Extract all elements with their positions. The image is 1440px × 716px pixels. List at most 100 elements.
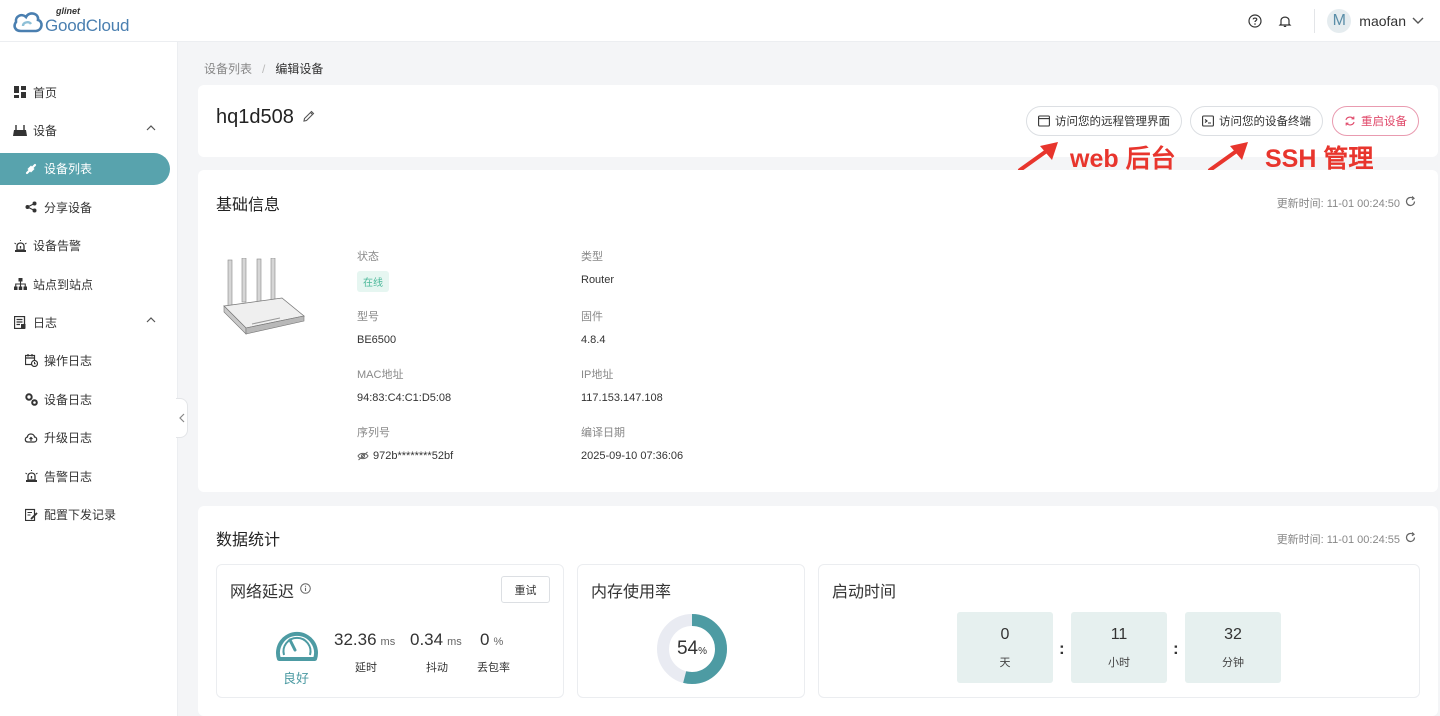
field-value: 117.153.147.108 bbox=[581, 392, 663, 404]
sidebar-item-label: 操作日志 bbox=[44, 354, 93, 369]
field-status: 状态 在线 bbox=[357, 248, 389, 292]
breadcrumb-current: 编辑设备 bbox=[275, 62, 324, 76]
sidebar-item-alarm-log[interactable]: 告警日志 bbox=[0, 457, 178, 495]
sidebar-item-operation-log[interactable]: 操作日志 bbox=[0, 342, 178, 380]
link-icon bbox=[24, 162, 38, 176]
breadcrumb-separator: / bbox=[262, 61, 266, 76]
latency-panel: 网络延迟 重试 良好 32.36 ms 延时 0.34 ms 抖动 0% 丢包率 bbox=[216, 564, 564, 698]
field-model: 型号 BE6500 bbox=[357, 308, 396, 346]
field-build-date: 编译日期 2025-09-10 07:36:06 bbox=[581, 424, 683, 462]
field-type: 类型 Router bbox=[581, 248, 614, 286]
uptime-minutes-box: 32 分钟 bbox=[1185, 612, 1281, 683]
sidebar-item-label: 设备 bbox=[33, 124, 58, 139]
retry-button[interactable]: 重试 bbox=[501, 576, 550, 603]
uptime-hours-label: 小时 bbox=[1108, 657, 1130, 669]
edit-pencil-icon[interactable] bbox=[302, 106, 316, 129]
info-icon[interactable] bbox=[300, 581, 311, 599]
sidebar-item-devices[interactable]: 设备 bbox=[0, 111, 178, 149]
memory-unit: % bbox=[698, 646, 708, 657]
sidebar-collapse-handle[interactable] bbox=[176, 398, 188, 438]
logo-big-text: GoodCloud bbox=[45, 16, 130, 35]
terminal-icon bbox=[1202, 115, 1214, 127]
sidebar-item-config-record[interactable]: 配置下发记录 bbox=[0, 495, 178, 533]
bell-icon[interactable] bbox=[1274, 10, 1296, 32]
annotation-arrow-ssh bbox=[1208, 142, 1248, 172]
stats-update-text: 更新时间: 11-01 00:24:55 bbox=[1276, 534, 1400, 546]
memory-value: 54% bbox=[656, 613, 728, 685]
uptime-days-value: 0 bbox=[1000, 626, 1010, 643]
sidebar-item-site-to-site[interactable]: 站点到站点 bbox=[0, 265, 178, 303]
field-label: IP地址 bbox=[581, 369, 614, 381]
field-label: 状态 bbox=[357, 251, 379, 263]
field-ip: IP地址 117.153.147.108 bbox=[581, 366, 663, 404]
sidebar-item-share-device[interactable]: 分享设备 bbox=[0, 188, 178, 226]
top-bar: glinet GoodCloud M maofan bbox=[0, 0, 1440, 42]
metric-loss: 0% 丢包率 bbox=[477, 630, 510, 674]
latency-quality: 良好 bbox=[283, 671, 310, 686]
sidebar-item-logs[interactable]: 日志 bbox=[0, 303, 178, 341]
sidebar-item-device-log[interactable]: 设备日志 bbox=[0, 380, 178, 418]
basic-info-title: 基础信息 bbox=[216, 197, 281, 214]
sidebar-item-upgrade-log[interactable]: 升级日志 bbox=[0, 419, 178, 457]
stats-update-time: 更新时间: 11-01 00:24:55 bbox=[1277, 531, 1416, 547]
gears-icon bbox=[24, 392, 38, 406]
latency-title: 网络延迟 bbox=[230, 578, 311, 602]
field-label: 型号 bbox=[357, 311, 379, 323]
refresh-icon bbox=[1344, 115, 1356, 127]
chevron-up-icon bbox=[146, 125, 156, 131]
sidebar-item-label: 告警日志 bbox=[44, 469, 93, 484]
device-header-card: hq1d508 访问您的远程管理界面 访问您的设备终端 重启设备 bbox=[198, 85, 1438, 157]
field-serial: 序列号 972b********52bf bbox=[357, 424, 453, 462]
memory-title: 内存使用率 bbox=[591, 584, 672, 601]
status-badge: 在线 bbox=[357, 271, 389, 292]
terminal-label: 访问您的设备终端 bbox=[1219, 116, 1311, 128]
field-value: 972b********52bf bbox=[357, 450, 453, 462]
reboot-button[interactable]: 重启设备 bbox=[1332, 106, 1419, 136]
eye-off-icon[interactable] bbox=[357, 451, 369, 461]
metric-unit: ms bbox=[380, 636, 396, 648]
field-value: 4.8.4 bbox=[581, 334, 606, 346]
refresh-icon[interactable] bbox=[1405, 196, 1416, 210]
sidebar-item-label: 分享设备 bbox=[44, 200, 93, 215]
field-label: MAC地址 bbox=[357, 369, 404, 381]
sidebar-item-device-list[interactable]: 设备列表 bbox=[0, 152, 170, 185]
sidebar-item-device-alarm[interactable]: 设备告警 bbox=[0, 227, 178, 265]
uptime-colon: : bbox=[1173, 639, 1179, 658]
speed-gauge-icon bbox=[276, 631, 318, 661]
sidebar-item-label: 配置下发记录 bbox=[44, 507, 117, 522]
sitemap-icon bbox=[13, 277, 27, 291]
refresh-icon[interactable] bbox=[1405, 532, 1416, 546]
uptime-days-box: 0 天 bbox=[957, 612, 1053, 683]
metric-delay: 32.36 ms 延时 bbox=[334, 630, 396, 674]
calendar-clock-icon bbox=[24, 354, 38, 368]
breadcrumb-parent-link[interactable]: 设备列表 bbox=[204, 60, 252, 77]
user-menu[interactable]: M maofan bbox=[1327, 9, 1424, 33]
metric-jitter: 0.34 ms 抖动 bbox=[410, 630, 462, 674]
remote-web-label: 访问您的远程管理界面 bbox=[1055, 116, 1170, 128]
chevron-up-icon bbox=[146, 317, 156, 323]
metric-label: 延时 bbox=[355, 662, 377, 674]
uptime-colon: : bbox=[1059, 639, 1065, 658]
field-label: 编译日期 bbox=[581, 427, 625, 439]
metric-label: 抖动 bbox=[426, 662, 448, 674]
field-label: 类型 bbox=[581, 251, 603, 263]
field-label: 序列号 bbox=[357, 427, 390, 439]
terminal-button[interactable]: 访问您的设备终端 bbox=[1190, 106, 1323, 136]
sidebar-item-label: 站点到站点 bbox=[33, 277, 94, 292]
field-firmware: 固件 4.8.4 bbox=[581, 308, 605, 346]
field-value: BE6500 bbox=[357, 334, 397, 346]
basic-info-card: 基础信息 更新时间: 11-01 00:24:50 状态 在线 类型 Route… bbox=[198, 170, 1438, 492]
metric-unit: % bbox=[493, 636, 504, 648]
uptime-title: 启动时间 bbox=[832, 584, 897, 601]
sidebar-item-home[interactable]: 首页 bbox=[0, 73, 178, 111]
memory-panel: 内存使用率 54% bbox=[577, 564, 805, 698]
remote-web-button[interactable]: 访问您的远程管理界面 bbox=[1026, 106, 1182, 136]
router-icon bbox=[13, 124, 27, 138]
field-label: 固件 bbox=[581, 311, 603, 323]
chevron-down-icon bbox=[1412, 17, 1424, 24]
sidebar-item-label: 设备告警 bbox=[33, 239, 82, 254]
metric-label: 丢包率 bbox=[477, 662, 510, 674]
help-circle-icon[interactable] bbox=[1244, 10, 1266, 32]
alarm-icon bbox=[13, 239, 27, 253]
chevron-left-icon bbox=[178, 413, 184, 423]
